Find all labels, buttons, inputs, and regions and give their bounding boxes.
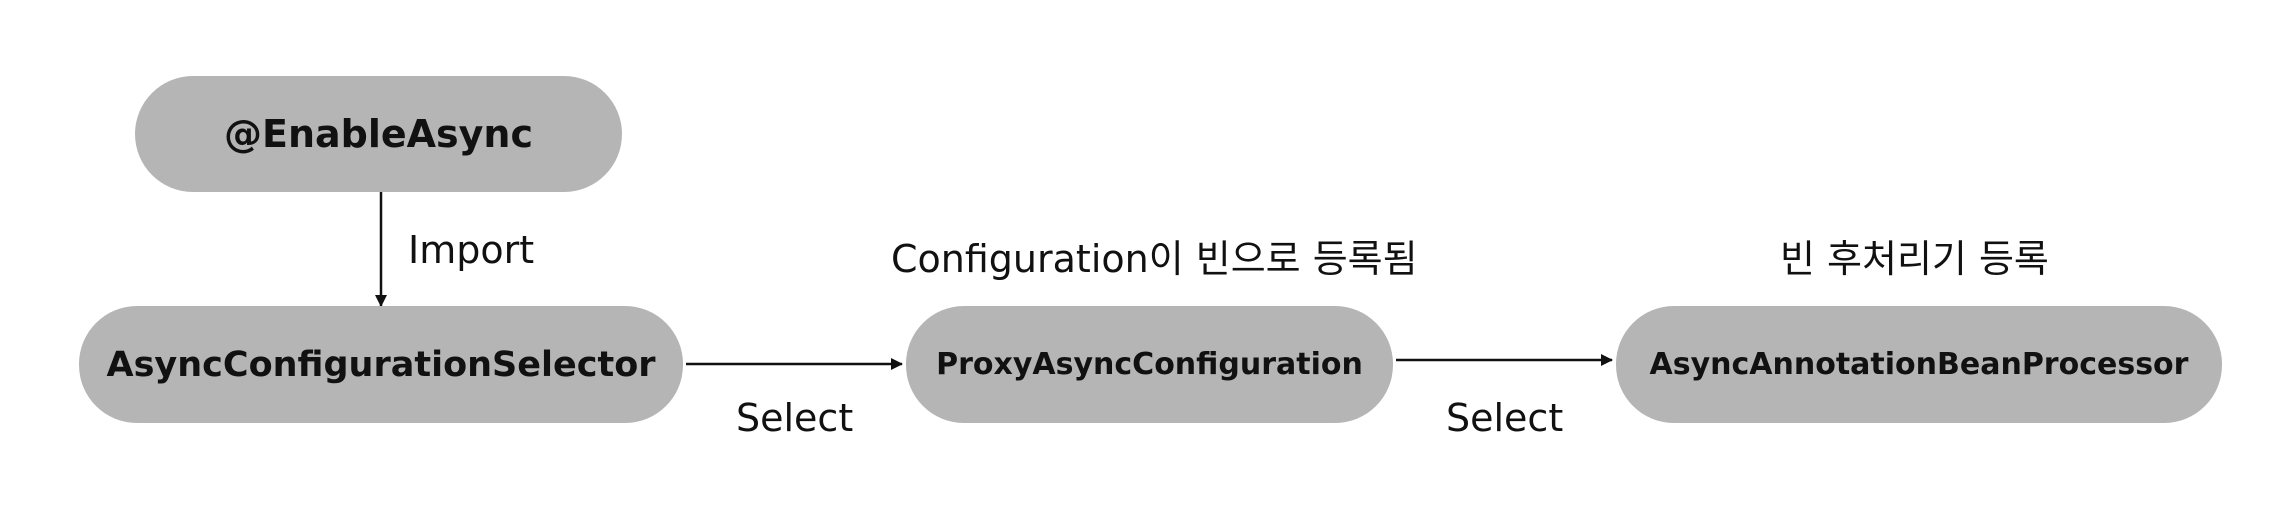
proxy-async-configuration-node: ProxyAsyncConfiguration	[906, 306, 1393, 423]
import-label: Import	[408, 228, 535, 272]
post-processor-registered-annotation: 빈 후처리기 등록	[1780, 237, 2049, 281]
select-label-2: Select	[1446, 396, 1564, 440]
async-configuration-selector-node: AsyncConfigurationSelector	[79, 306, 683, 423]
config-registered-annotation: Configuration이 빈으로 등록됨	[891, 237, 1418, 281]
async-flow-diagram: @EnableAsync AsyncConfigurationSelector …	[0, 0, 2282, 514]
select-label-1: Select	[736, 396, 854, 440]
enable-async-node: @EnableAsync	[135, 76, 622, 192]
async-annotation-bean-processor-node: AsyncAnnotationBeanProcessor	[1616, 306, 2222, 423]
